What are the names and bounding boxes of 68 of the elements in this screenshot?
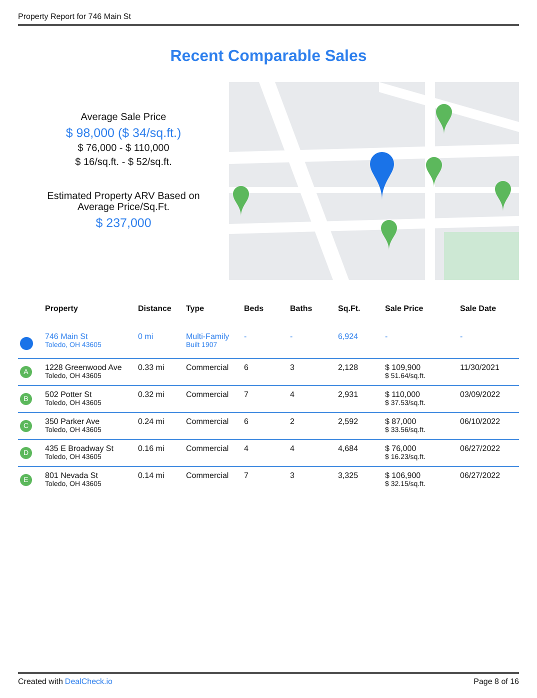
table-cell-text: Commercial bbox=[186, 390, 230, 399]
table-cell-text: 0.24 mi bbox=[138, 417, 166, 426]
table-cell-text: - bbox=[290, 332, 294, 341]
table-cell-text: 03/09/2022 bbox=[460, 390, 502, 399]
property-address: 801 Nevada St bbox=[45, 471, 99, 480]
table-cell-text: 11/30/2021 bbox=[460, 363, 500, 372]
table-cell-text: $ 109,900 bbox=[385, 363, 422, 372]
average-price-label: Average Sale Price bbox=[80, 112, 166, 123]
table-cell-text: 0.33 mi bbox=[138, 363, 166, 372]
table-cell-text: $ 87,000 bbox=[385, 417, 418, 426]
arv-label: Estimated Property ARV Based on Average Price/Sq.Ft. bbox=[46, 191, 201, 213]
property-address: 435 E Broadway St bbox=[45, 444, 114, 453]
table-cell-text: 4 bbox=[290, 390, 296, 399]
table-cell-text: 06/27/2022 bbox=[460, 471, 502, 480]
arv-value: $ 237,000 bbox=[96, 216, 152, 230]
table-cell-text: Commercial bbox=[186, 471, 230, 480]
report-title: Property Report for 746 Main St bbox=[18, 12, 131, 21]
table-cell-text: 2 bbox=[290, 417, 296, 426]
table-cell-text: Multi-Family bbox=[186, 332, 230, 341]
column-header: Type bbox=[186, 303, 206, 315]
table-cell-text: $ 76,000 bbox=[385, 444, 418, 453]
table-cell-text: Commercial bbox=[186, 417, 230, 426]
price-range: $ 76,000 - $ 110,000 bbox=[78, 143, 170, 154]
property-address: 350 Parker Ave bbox=[45, 417, 101, 426]
table-cell-text: 7 bbox=[244, 390, 250, 399]
column-header: Beds bbox=[244, 303, 265, 315]
column-header: Baths bbox=[290, 303, 314, 315]
table-cell-text: 0 mi bbox=[138, 332, 154, 341]
table-cell-text: $ 110,000 bbox=[385, 390, 421, 399]
table-cell-text: 3 bbox=[290, 363, 296, 372]
price-per-sqft-range: $ 16/sq.ft. - $ 52/sq.ft. bbox=[75, 157, 172, 168]
average-price-value: $ 98,000 ($ 34/sq.ft.) bbox=[66, 126, 182, 140]
column-header: Sq.Ft. bbox=[338, 303, 362, 315]
table-cell-text: Commercial bbox=[186, 444, 230, 453]
table-cell-text: 2,592 bbox=[338, 417, 360, 426]
section-heading: Recent Comparable Sales bbox=[169, 48, 368, 66]
table-cell-text: - bbox=[460, 332, 464, 341]
table-cell-text: - bbox=[244, 332, 248, 341]
table-cell-text: 6 bbox=[244, 417, 250, 426]
table-cell-text: 3 bbox=[290, 471, 296, 480]
credit-link[interactable]: DealCheck.io bbox=[64, 677, 112, 686]
table-cell-text: 06/10/2022 bbox=[460, 417, 502, 426]
table-cell-text: 7 bbox=[244, 471, 250, 480]
credit-text: Created with bbox=[18, 677, 63, 686]
table-cell-text: 2,128 bbox=[338, 363, 360, 372]
property-address: 502 Potter St bbox=[45, 390, 93, 399]
table-cell-text: 4 bbox=[244, 444, 250, 453]
column-header: Distance bbox=[138, 303, 172, 315]
table-cell-text: 0.16 mi bbox=[138, 444, 166, 453]
table-cell-text: 06/27/2022 bbox=[460, 444, 502, 453]
table-cell-text: 4 bbox=[290, 444, 296, 453]
property-address: 1228 Greenwood Ave bbox=[45, 363, 123, 372]
page-number: Page 8 of 16 bbox=[474, 677, 519, 686]
table-cell-text: - bbox=[385, 332, 389, 341]
location-dot bbox=[20, 337, 33, 350]
table-cell-text: 0.14 mi bbox=[138, 471, 166, 480]
table-cell-text: 3,325 bbox=[338, 471, 360, 480]
table-cell-text: Commercial bbox=[186, 363, 230, 372]
table-cell-text: 6 bbox=[244, 363, 250, 372]
table-cell-text: 6,924 bbox=[338, 332, 360, 341]
property-address: 746 Main St bbox=[45, 332, 89, 341]
table-cell-text: 2,931 bbox=[338, 390, 360, 399]
column-header: Property bbox=[45, 303, 79, 315]
table-cell-text: $ 106,900 bbox=[385, 471, 422, 480]
table-cell-text: 4,684 bbox=[338, 444, 360, 453]
table-cell-text: 0.32 mi bbox=[138, 390, 166, 399]
column-header: Sale Price bbox=[385, 303, 424, 315]
column-header: Sale Date bbox=[460, 303, 498, 315]
